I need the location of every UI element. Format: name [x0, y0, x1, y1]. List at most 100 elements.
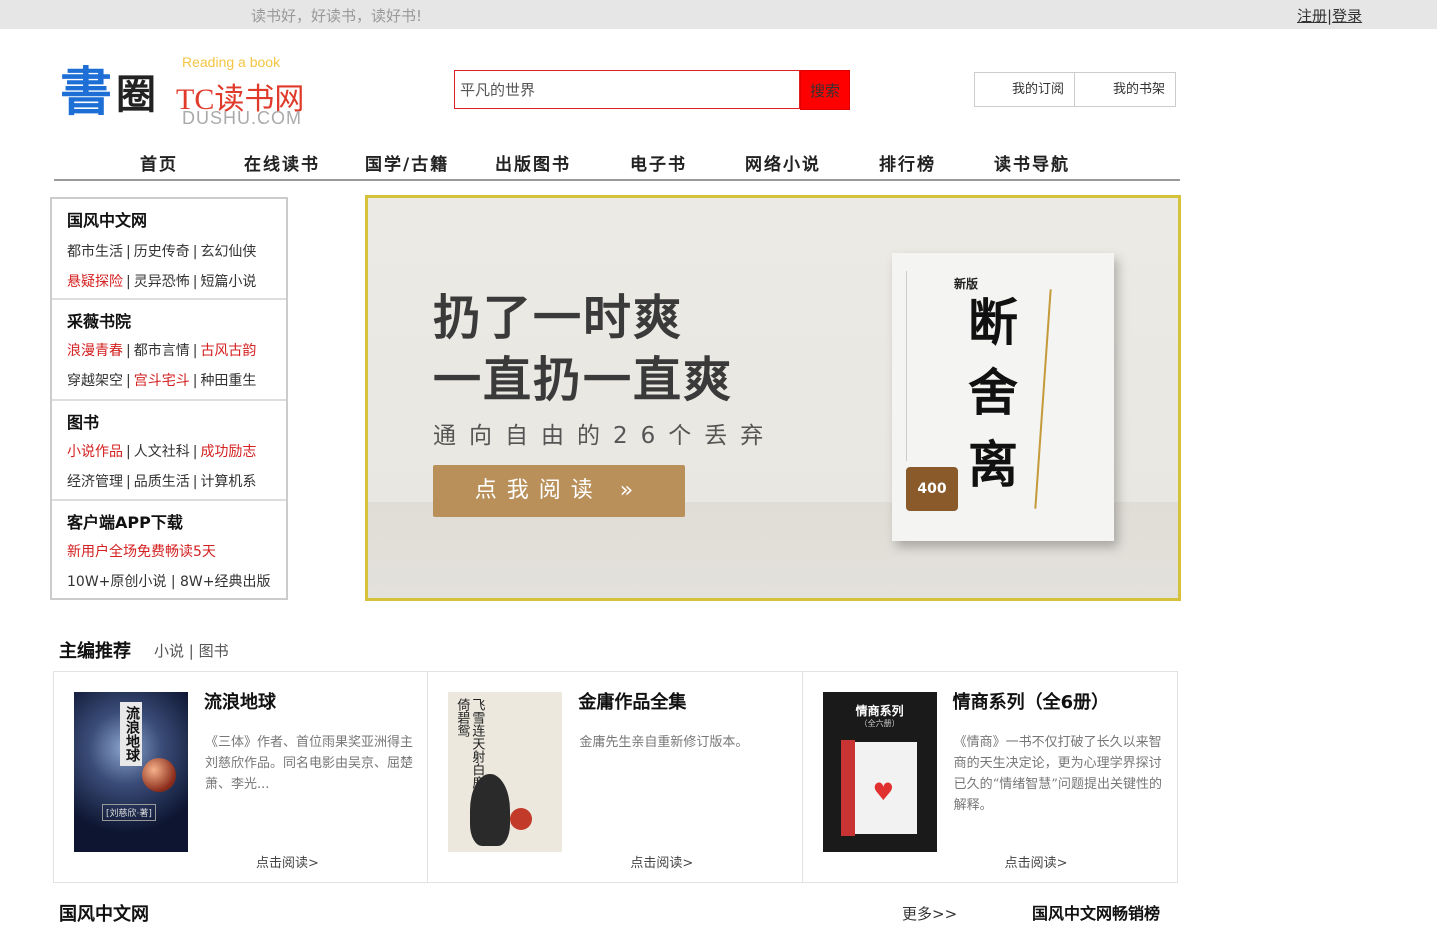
category-link[interactable]: 灵异恐怖	[134, 274, 190, 290]
book-cover-image[interactable]: 流浪地球 [刘慈欣·著]	[74, 692, 188, 852]
nav-item-online-reading[interactable]: 在线读书	[244, 150, 320, 175]
guofeng-more-link[interactable]: 更多>>	[902, 903, 957, 924]
category-link[interactable]: 都市言情	[134, 343, 190, 359]
logo-char-quan: 圈	[116, 71, 156, 118]
category-link[interactable]: 种田重生	[200, 373, 256, 389]
sidebar-section-caiwei: 采薇书院 浪漫青春 | 都市言情 | 古风古韵 穿越架空 | 宫斗宅斗 | 种田重生	[52, 300, 286, 401]
category-link[interactable]: 小说作品	[67, 444, 123, 460]
category-link[interactable]: 古风古韵	[200, 343, 256, 359]
banner-headline-1: 扔了一时爽	[433, 290, 684, 346]
category-link[interactable]: 短篇小说	[200, 274, 256, 290]
book-description: 《情商》一书不仅打破了长久以来智商的天生决定论，更为心理学界探讨已久的“情绪智慧…	[953, 735, 1162, 813]
auth-links: 注册|登录	[1297, 5, 1362, 26]
sidebar-row: 悬疑探险 | 灵异恐怖 | 短篇小说	[67, 274, 257, 290]
book-sales-badge: 400	[906, 467, 958, 511]
sidebar-section-title[interactable]: 采薇书院	[67, 308, 131, 332]
book-cover-image[interactable]: 情商系列 （全六册） ♥	[822, 692, 937, 852]
sidebar-section-title[interactable]: 客户端APP下载	[67, 509, 183, 533]
category-link[interactable]: 成功励志	[200, 444, 256, 460]
cover-author-text: [刘慈欣·著]	[102, 804, 156, 821]
cover-seal-graphic	[510, 808, 533, 830]
category-link[interactable]: 都市生活	[67, 244, 123, 260]
banner-subtitle: 通向自由的26个丢弃	[433, 423, 777, 449]
banner-book-cover: 新版 断 舍 离 400	[892, 253, 1114, 541]
nav-item-ebooks[interactable]: 电子书	[630, 150, 687, 175]
editor-picks-tabs[interactable]: 小说 | 图书	[154, 640, 229, 661]
my-subscriptions-button[interactable]: 我的订阅	[974, 72, 1075, 107]
app-stats-text: 10W+原创小说 | 8W+经典出版	[67, 574, 271, 590]
site-logo[interactable]: 書 圈 Reading a book TC读书网 DUSHU.COM	[58, 50, 338, 130]
cover-planet-graphic	[142, 758, 176, 792]
logo-reading-tagline: Reading a book	[182, 54, 281, 70]
user-buttons: 我的订阅 我的书架	[974, 72, 1176, 107]
sidebar-section-books: 图书 小说作品 | 人文社科 | 成功励志 经济管理 | 品质生活 | 计算机系	[52, 401, 286, 501]
guofeng-section-title: 国风中文网	[59, 904, 149, 925]
category-link[interactable]: 品质生活	[134, 474, 190, 490]
banner-read-button[interactable]: 点我阅读 »	[433, 465, 685, 517]
app-promo-link[interactable]: 新用户全场免费畅读5天	[67, 541, 216, 561]
book-description: 《三体》作者、首位雨果奖亚洲得主刘慈欣作品。同名电影由吴京、屈楚萧、李光...	[205, 735, 414, 792]
sidebar-section-title[interactable]: 国风中文网	[67, 207, 147, 231]
book-card[interactable]: 流浪地球 [刘慈欣·著] 流浪地球 《三体》作者、首位雨果奖亚洲得主刘慈欣作品。…	[54, 672, 429, 882]
editor-picks-heading: 主编推荐	[59, 641, 131, 662]
heart-icon: ♥	[872, 778, 895, 806]
category-link[interactable]: 人文社科	[134, 444, 190, 460]
book-cover-image[interactable]: 飞雪连天射白鹿笑书神侠倚碧鸳	[448, 692, 563, 852]
nav-item-classics[interactable]: 国学/古籍	[365, 150, 449, 175]
site-slogan: 读书好，好读书，读好书!	[251, 7, 423, 25]
my-bookshelf-button[interactable]: 我的书架	[1075, 72, 1176, 107]
sidebar-row: 小说作品 | 人文社科 | 成功励志	[67, 444, 257, 460]
cover-title-text: 情商系列	[855, 704, 904, 718]
nav-item-home[interactable]: 首页	[140, 150, 178, 175]
category-link[interactable]: 玄幻仙侠	[200, 244, 256, 260]
book-title[interactable]: 金庸作品全集	[578, 688, 686, 714]
nav-item-rankings[interactable]: 排行榜	[879, 150, 936, 175]
book-title-char-1: 断	[968, 294, 1018, 352]
bestseller-ranking-title: 国风中文网畅销榜	[1032, 904, 1161, 923]
main-nav: 首页 在线读书 国学/古籍 出版图书 电子书 网络小说 排行榜 读书导航	[54, 145, 1180, 181]
book-title-char-3: 离	[968, 436, 1018, 494]
book-description: 金庸先生亲自重新修订版本。	[579, 735, 749, 750]
sidebar-row: 都市生活 | 历史传奇 | 玄幻仙侠	[67, 244, 257, 260]
cover-title-text: 流浪地球	[120, 702, 142, 766]
register-link[interactable]: 注册	[1297, 7, 1327, 25]
category-link[interactable]: 经济管理	[67, 474, 123, 490]
nav-item-published-books[interactable]: 出版图书	[495, 150, 571, 175]
sidebar-row: 穿越架空 | 宫斗宅斗 | 种田重生	[67, 373, 257, 389]
hero-banner[interactable]: 扔了一时爽 一直扔一直爽 通向自由的26个丢弃 点我阅读 » 新版 断 舍 离 …	[365, 195, 1181, 601]
nav-item-web-novels[interactable]: 网络小说	[745, 150, 821, 175]
sidebar-row: 经济管理 | 品质生活 | 计算机系	[67, 474, 257, 490]
top-bar: 读书好，好读书，读好书! 注册|登录	[0, 0, 1437, 29]
nav-item-reading-guide[interactable]: 读书导航	[994, 150, 1070, 175]
category-link[interactable]: 浪漫青春	[67, 343, 123, 359]
cover-subtitle-text: （全六册）	[859, 719, 900, 728]
sidebar-section-guofeng: 国风中文网 都市生活 | 历史传奇 | 玄幻仙侠 悬疑探险 | 灵异恐怖 | 短篇小说	[52, 199, 286, 300]
read-more-link[interactable]: 点击阅读>	[256, 852, 319, 871]
banner-headline-2: 一直扔一直爽	[433, 352, 734, 408]
cover-band-graphic	[840, 740, 855, 836]
login-link[interactable]: 登录	[1332, 7, 1362, 25]
category-link[interactable]: 历史传奇	[134, 244, 190, 260]
read-more-link[interactable]: 点击阅读>	[1005, 852, 1068, 871]
book-title[interactable]: 情商系列（全6册）	[953, 688, 1110, 714]
book-gold-line	[1034, 289, 1052, 509]
category-sidebar: 国风中文网 都市生活 | 历史传奇 | 玄幻仙侠 悬疑探险 | 灵异恐怖 | 短篇小说 采薇书院…	[50, 197, 288, 600]
sidebar-section-title[interactable]: 图书	[67, 409, 99, 433]
category-link[interactable]: 悬疑探险	[67, 274, 123, 290]
book-card[interactable]: 飞雪连天射白鹿笑书神侠倚碧鸳 金庸作品全集 金庸先生亲自重新修订版本。 点击阅读…	[428, 672, 803, 882]
category-link[interactable]: 计算机系	[200, 474, 256, 490]
read-more-link[interactable]: 点击阅读>	[630, 852, 693, 871]
logo-domain: DUSHU.COM	[182, 108, 302, 128]
book-card[interactable]: 情商系列 （全六册） ♥ 情商系列（全6册） 《情商》一书不仅打破了长久以来智商…	[803, 672, 1177, 882]
category-link[interactable]: 宫斗宅斗	[134, 373, 190, 389]
logo-char-shu: 書	[60, 62, 113, 123]
search-input[interactable]	[454, 70, 800, 109]
sidebar-section-app: 客户端APP下载 新用户全场免费畅读5天 10W+原创小说 | 8W+经典出版	[52, 501, 286, 598]
sidebar-row: 浪漫青春 | 都市言情 | 古风古韵	[67, 343, 257, 359]
book-title[interactable]: 流浪地球	[204, 688, 276, 714]
cover-eagle-graphic	[470, 774, 511, 846]
search-button[interactable]: 搜索	[800, 70, 850, 110]
book-title-char-2: 舍	[968, 364, 1018, 422]
category-link[interactable]: 穿越架空	[67, 373, 123, 389]
book-spine-text-area	[906, 271, 952, 461]
